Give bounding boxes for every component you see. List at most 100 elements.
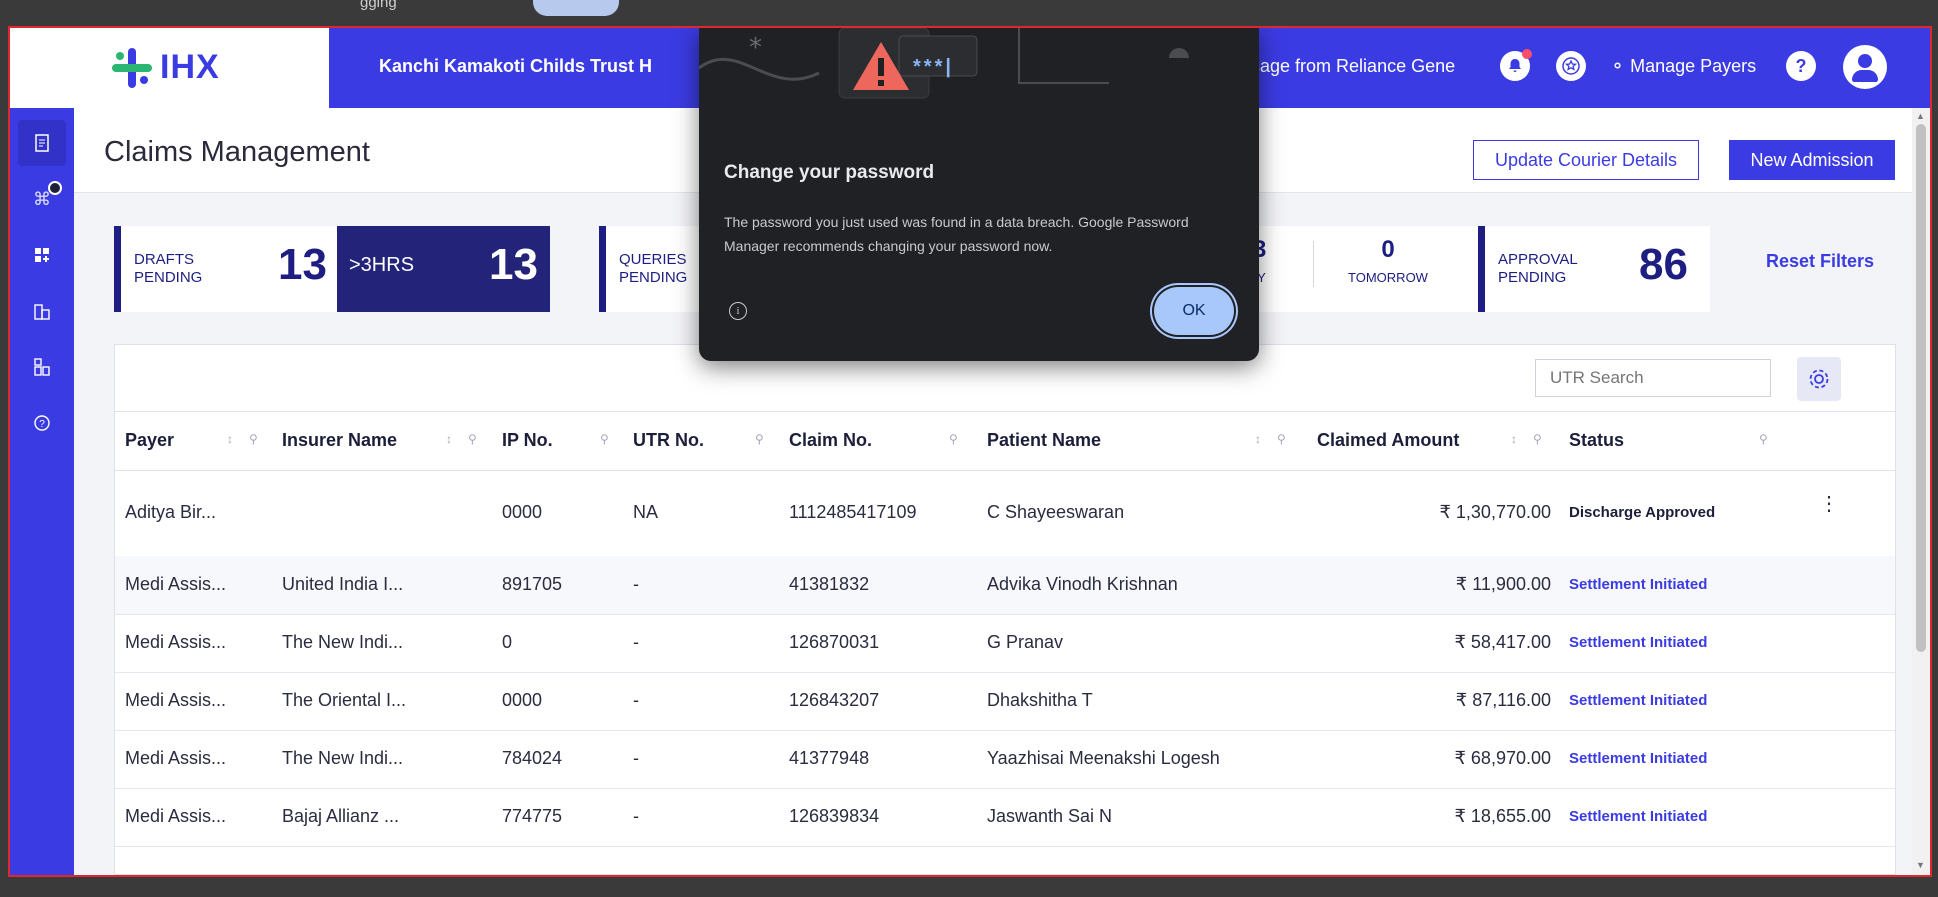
- over-3hrs-count: 13: [489, 240, 538, 289]
- search-icon[interactable]: ⚲: [949, 432, 958, 446]
- search-icon[interactable]: ⚲: [1759, 432, 1768, 446]
- queries-card-label: QUERIES PENDING: [619, 251, 688, 286]
- utr-search-input[interactable]: [1535, 359, 1771, 397]
- search-icon[interactable]: ⚲: [600, 432, 609, 446]
- ok-button[interactable]: OK: [1154, 287, 1234, 335]
- search-icon[interactable]: ⚲: [1277, 432, 1286, 446]
- col-claim-no[interactable]: Claim No.: [789, 430, 872, 451]
- cell-utr: -: [633, 632, 639, 652]
- cell-amount: ₹ 18,655.00: [1454, 806, 1551, 826]
- status-badge: Discharge Approved: [1569, 504, 1716, 521]
- col-patient-name[interactable]: Patient Name: [987, 430, 1101, 451]
- cell-amount: ₹ 87,116.00: [1455, 690, 1551, 710]
- update-courier-button[interactable]: Update Courier Details: [1473, 140, 1699, 180]
- scroll-down-arrow-icon[interactable]: ▼: [1916, 860, 1925, 870]
- dialog-body: The password you just used was found in …: [724, 214, 1189, 254]
- table-row[interactable]: Medi Assis... United India I... 891705 -…: [115, 556, 1895, 615]
- cell-utr: -: [633, 574, 639, 594]
- cell-patient: Advika Vinodh Krishnan: [987, 574, 1178, 594]
- sort-icon[interactable]: ↕: [227, 432, 233, 446]
- cell-amount: ₹ 58,417.00: [1454, 632, 1551, 652]
- search-icon[interactable]: ⚲: [468, 432, 477, 446]
- table-row[interactable]: Aditya Bir... 0000 NA 1112485417109 C Sh…: [115, 469, 1895, 557]
- drafts-over-3hrs[interactable]: >3HRS 13: [337, 226, 550, 312]
- search-icon[interactable]: ⚲: [755, 432, 764, 446]
- table-row[interactable]: Medi Assis... The Oriental I... 0000 - 1…: [115, 672, 1895, 731]
- drafts-pending-card[interactable]: DRAFTS PENDING 13 >3HRS 13: [114, 226, 550, 312]
- scroll-up-arrow-icon[interactable]: ▲: [1916, 111, 1925, 121]
- col-payer[interactable]: Payer: [125, 430, 174, 451]
- cell-claim: 126843207: [789, 690, 880, 710]
- new-admission-button[interactable]: New Admission: [1729, 140, 1895, 180]
- approval-card-label: APPROVAL PENDING: [1498, 251, 1578, 286]
- dialog-illustration: * ***|: [699, 28, 1259, 138]
- sort-icon[interactable]: ↕: [1255, 432, 1261, 446]
- cell-claim: 41377948: [789, 748, 870, 768]
- cell-ip: 0000: [502, 502, 543, 522]
- logo-area[interactable]: IHX: [10, 28, 329, 108]
- sidebar-dashboard-icon[interactable]: [18, 232, 66, 278]
- sidebar-help-icon[interactable]: ?: [18, 400, 66, 446]
- cell-amount: ₹ 68,970.00: [1454, 748, 1551, 768]
- manage-payers-label: Manage Payers: [1630, 56, 1757, 76]
- cell-insurer: United India I...: [282, 574, 404, 594]
- user-avatar[interactable]: [1843, 45, 1887, 89]
- col-ip-no[interactable]: IP No.: [502, 430, 553, 451]
- dialog-title: Change your password: [724, 162, 935, 183]
- sidebar-claims-icon[interactable]: [18, 120, 66, 166]
- table-row[interactable]: Medi Assis... Bajaj Allianz ... 774775 -…: [115, 788, 1895, 847]
- cell-payer: Medi Assis...: [125, 574, 227, 594]
- cell-payer: Medi Assis...: [125, 748, 227, 768]
- sort-icon[interactable]: ↕: [446, 432, 452, 446]
- cell-payer: Medi Assis...: [125, 806, 227, 826]
- avatar-head: [1858, 54, 1872, 68]
- over-3hrs-label: >3HRS: [349, 254, 415, 276]
- help-icon[interactable]: ?: [1786, 51, 1816, 81]
- queries-pending-card[interactable]: QUERIES PENDING: [599, 226, 699, 312]
- browser-bottom-strip: [0, 877, 1938, 897]
- col-utr-no[interactable]: UTR No.: [633, 430, 704, 451]
- page-scrollbar[interactable]: ▲ ▼: [1912, 108, 1930, 875]
- table-row[interactable]: Medi Assis... The New Indi... 784024 - 4…: [115, 730, 1895, 789]
- col-status[interactable]: Status: [1569, 430, 1624, 451]
- notification-bell-icon[interactable]: [1500, 49, 1532, 81]
- svg-text:?: ?: [39, 419, 45, 430]
- favourites-star-icon[interactable]: [1556, 51, 1586, 81]
- status-badge: Settlement Initiated: [1569, 808, 1708, 825]
- scrollbar-thumb[interactable]: [1916, 124, 1926, 652]
- page-title: Claims Management: [104, 136, 370, 168]
- logo-text: IHX: [160, 48, 220, 86]
- help-glyph: ?: [1795, 55, 1807, 76]
- sort-icon[interactable]: ↕: [1511, 432, 1517, 446]
- warning-triangle-icon: [853, 42, 909, 90]
- cell-patient: Jaswanth Sai N: [987, 806, 1113, 826]
- approval-count: 86: [1639, 240, 1688, 289]
- cell-ip: 891705: [502, 574, 563, 594]
- cell-claim: 1112485417109: [789, 502, 917, 522]
- table-row[interactable]: Medi Assis... The New Indi... 0 - 126870…: [115, 614, 1895, 673]
- manage-payers-link[interactable]: ⚬ Manage Payers: [1610, 56, 1756, 77]
- info-icon[interactable]: i: [729, 302, 747, 320]
- sidebar-reports-icon[interactable]: [18, 344, 66, 390]
- sidebar-indicator-dot: [48, 181, 62, 195]
- search-icon[interactable]: ⚲: [249, 432, 258, 446]
- cell-ip: 784024: [502, 748, 563, 768]
- browser-pill-button[interactable]: [533, 0, 619, 16]
- cell-amount: ₹ 1,30,770.00: [1439, 502, 1551, 522]
- drafts-count: 13: [278, 240, 327, 289]
- cell-insurer: Bajaj Allianz ...: [282, 806, 400, 826]
- search-icon[interactable]: ⚲: [1533, 432, 1542, 446]
- reset-filters-link[interactable]: Reset Filters: [1766, 251, 1874, 272]
- sidebar-hospital-icon[interactable]: [18, 288, 66, 334]
- cell-patient: G Pranav: [987, 632, 1064, 652]
- cell-ip: 0000: [502, 690, 543, 710]
- hospital-name[interactable]: Kanchi Kamakoti Childs Trust H: [379, 56, 652, 77]
- col-insurer[interactable]: Insurer Name: [282, 430, 397, 451]
- browser-partial-text: gging: [360, 0, 397, 11]
- settings-gear-icon[interactable]: [1797, 357, 1841, 401]
- approval-pending-card[interactable]: APPROVAL PENDING 86: [1478, 226, 1710, 312]
- row-menu-icon[interactable]: ⋮: [1819, 491, 1839, 516]
- col-claimed-amount[interactable]: Claimed Amount: [1317, 430, 1459, 451]
- status-badge: Settlement Initiated: [1569, 750, 1708, 767]
- app-frame: IHX Kanchi Kamakoti Childs Trust H essag…: [8, 26, 1932, 877]
